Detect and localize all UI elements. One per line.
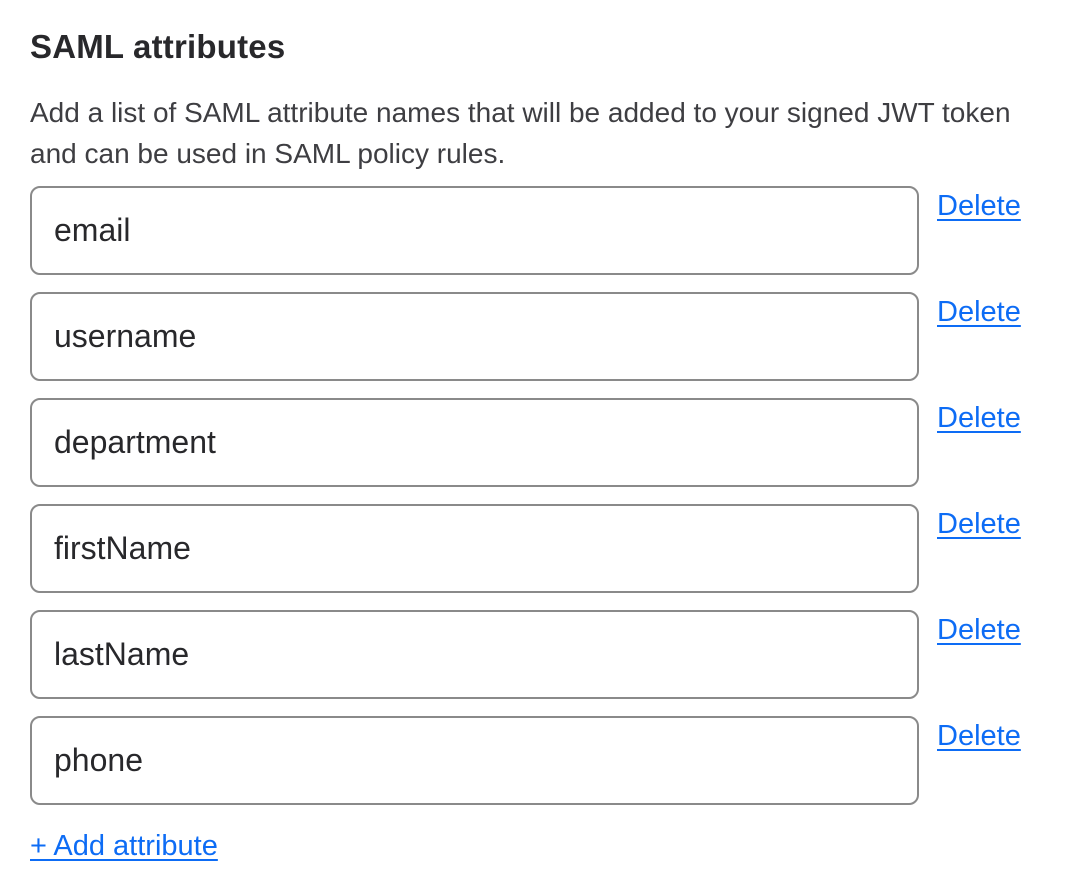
attribute-name-input[interactable] — [30, 504, 919, 593]
attribute-name-input[interactable] — [30, 186, 919, 275]
attribute-row: Delete — [30, 504, 1036, 593]
attribute-name-input[interactable] — [30, 716, 919, 805]
section-description: Add a list of SAML attribute names that … — [30, 92, 1036, 174]
add-attribute-link[interactable]: + Add attribute — [30, 829, 218, 863]
saml-attributes-section: SAML attributes Add a list of SAML attri… — [0, 0, 1066, 886]
attribute-name-input[interactable] — [30, 292, 919, 381]
delete-attribute-link[interactable]: Delete — [937, 613, 1021, 647]
delete-attribute-link[interactable]: Delete — [937, 401, 1021, 435]
delete-attribute-link[interactable]: Delete — [937, 295, 1021, 329]
attribute-row: Delete — [30, 186, 1036, 275]
attribute-row: Delete — [30, 716, 1036, 805]
delete-attribute-link[interactable]: Delete — [937, 719, 1021, 753]
attribute-row: Delete — [30, 292, 1036, 381]
attribute-row: Delete — [30, 398, 1036, 487]
delete-attribute-link[interactable]: Delete — [937, 507, 1021, 541]
attribute-row: Delete — [30, 610, 1036, 699]
attribute-name-input[interactable] — [30, 398, 919, 487]
attribute-name-input[interactable] — [30, 610, 919, 699]
section-title: SAML attributes — [30, 26, 1036, 68]
delete-attribute-link[interactable]: Delete — [937, 189, 1021, 223]
attribute-list: Delete Delete Delete Delete Delete Delet… — [30, 186, 1036, 805]
